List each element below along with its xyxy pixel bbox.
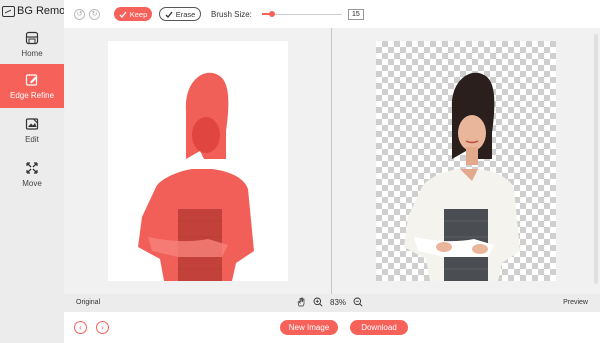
toolbar: ↺ ↻ Keep Erase Brush Size: 15 — [64, 0, 600, 28]
canvas-area — [64, 28, 600, 294]
sidebar-item-label: Home — [21, 48, 43, 58]
keep-label: Keep — [129, 9, 148, 19]
zoom-controls: 83% — [296, 297, 363, 307]
sidebar-item-move[interactable]: Move — [0, 152, 64, 196]
keep-button[interactable]: Keep — [114, 7, 152, 21]
zoom-in-icon[interactable] — [313, 297, 323, 307]
erase-label: Erase — [175, 9, 196, 19]
sidebar-item-edge-refine[interactable]: Edge Refine — [0, 64, 64, 108]
preview-label: Preview — [563, 299, 588, 306]
original-label: Original — [76, 299, 101, 306]
undo-button[interactable]: ↺ — [74, 8, 85, 20]
keep-brush-icon — [119, 11, 127, 18]
previous-button[interactable]: ‹ — [74, 321, 87, 334]
image-logo-icon — [2, 5, 15, 17]
brush-size-value[interactable]: 15 — [347, 8, 364, 20]
home-icon — [25, 31, 39, 44]
vertical-scrollbar[interactable] — [594, 34, 598, 284]
chevron-right-icon: › — [101, 323, 104, 332]
download-button[interactable]: Download — [350, 320, 408, 335]
move-icon — [26, 161, 38, 174]
preview-image — [376, 41, 556, 281]
redo-icon: ↻ — [91, 10, 98, 18]
original-person-figure — [138, 72, 254, 281]
brush-size-slider[interactable] — [261, 9, 342, 19]
sidebar-item-label: Move — [22, 178, 42, 188]
undo-icon: ↺ — [76, 10, 83, 18]
erase-button[interactable]: Erase — [159, 7, 201, 21]
sidebar-item-label: Edge Refine — [9, 90, 55, 100]
new-image-button[interactable]: New Image — [280, 320, 338, 335]
preview-person-figure — [404, 72, 520, 281]
sidebar-item-home[interactable]: Home — [0, 22, 64, 66]
chevron-left-icon: ‹ — [79, 323, 82, 332]
erase-brush-icon — [165, 11, 173, 18]
hand-pan-icon[interactable] — [296, 297, 306, 307]
zoom-value: 83% — [330, 297, 347, 307]
bottom-bar: ‹ › New Image Download — [64, 312, 600, 343]
sidebar: BG Remover Home Edge Refine Edit Move — [0, 0, 81, 343]
sidebar-item-edit[interactable]: Edit — [0, 108, 64, 152]
original-image[interactable] — [108, 41, 288, 281]
edit-image-icon — [25, 117, 39, 130]
status-bar: Original 83% Preview — [64, 294, 600, 312]
sidebar-item-label: Edit — [25, 134, 39, 144]
redo-button[interactable]: ↻ — [89, 8, 100, 20]
next-button[interactable]: › — [96, 321, 109, 334]
brush-size-label: Brush Size: — [211, 9, 252, 19]
zoom-out-icon[interactable] — [353, 297, 363, 307]
split-divider — [331, 28, 332, 294]
edge-refine-icon — [25, 73, 38, 86]
slider-thumb[interactable] — [268, 11, 275, 17]
